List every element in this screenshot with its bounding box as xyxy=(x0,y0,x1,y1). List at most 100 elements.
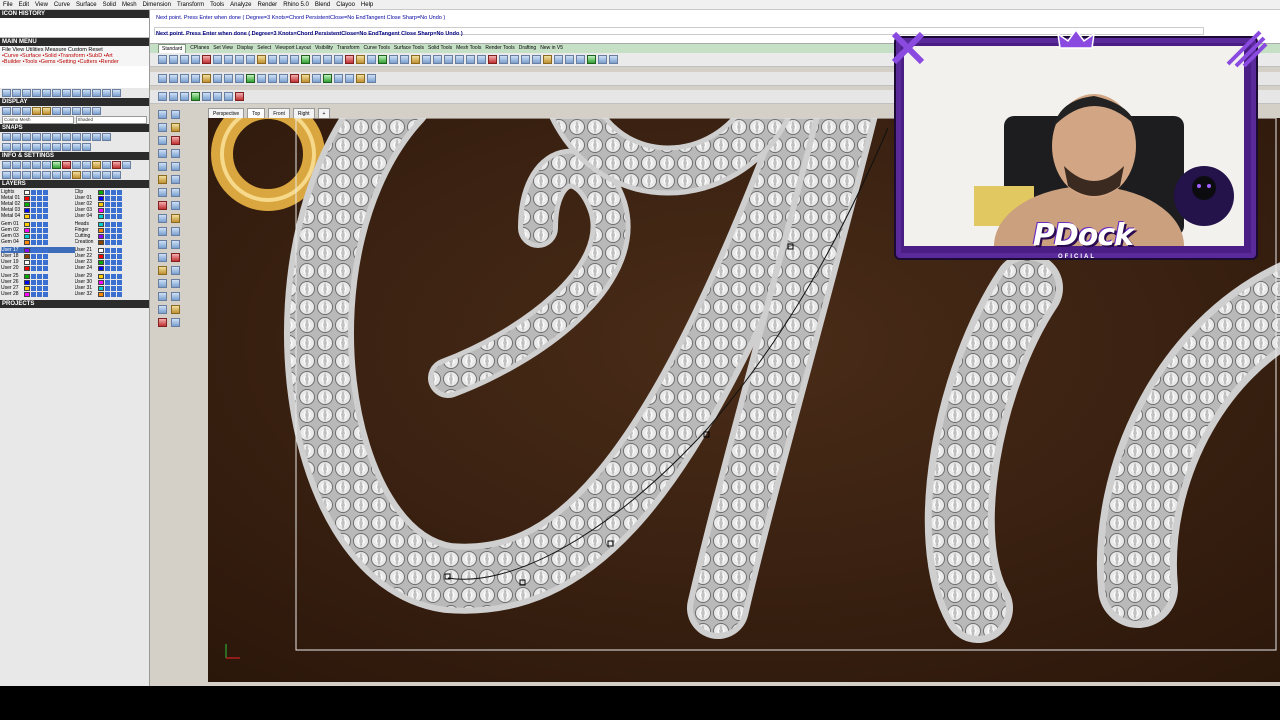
layer-material-icon[interactable] xyxy=(116,201,122,207)
layer-material-icon[interactable] xyxy=(116,259,122,265)
mesh-info-icon[interactable] xyxy=(32,171,41,179)
layer-lock-icon[interactable] xyxy=(37,221,42,227)
menu-item[interactable]: Analyze xyxy=(230,0,251,9)
print-icon[interactable] xyxy=(191,55,200,64)
zoom-icon[interactable] xyxy=(169,92,178,101)
sphere-icon[interactable] xyxy=(158,253,167,262)
loft-icon[interactable] xyxy=(158,227,167,236)
layer-lock-icon[interactable] xyxy=(37,291,42,297)
sun-icon[interactable] xyxy=(62,161,71,169)
layer-color-swatch[interactable] xyxy=(97,279,104,285)
zoom-icon[interactable] xyxy=(279,55,288,64)
zoom-icon[interactable] xyxy=(224,74,233,83)
layer-lock-icon[interactable] xyxy=(37,247,42,253)
layer-visible-icon[interactable] xyxy=(104,213,110,219)
layer-color-swatch[interactable] xyxy=(24,227,30,233)
cut-icon[interactable] xyxy=(488,55,497,64)
layout-panel-icon[interactable] xyxy=(122,161,131,169)
layer-color-swatch[interactable] xyxy=(97,239,104,245)
layer-color-swatch[interactable] xyxy=(97,291,104,297)
layer-material-icon[interactable] xyxy=(116,233,122,239)
layer-color-swatch[interactable] xyxy=(24,247,30,253)
new-icon[interactable] xyxy=(444,55,453,64)
cylinder-icon[interactable] xyxy=(171,253,180,262)
cen-snap-icon[interactable] xyxy=(42,133,51,141)
layer-material-icon[interactable] xyxy=(116,207,122,213)
layer-lock-icon[interactable] xyxy=(110,189,116,195)
menu-item[interactable]: Transform xyxy=(177,0,204,9)
mesh-icon[interactable] xyxy=(171,266,180,275)
layer-material-icon[interactable] xyxy=(43,239,48,245)
menu-item[interactable]: Help xyxy=(361,0,373,9)
zoom-icon[interactable] xyxy=(565,55,574,64)
render-icon[interactable] xyxy=(22,161,31,169)
viewport-tab[interactable]: Right xyxy=(292,108,315,118)
toolbar-tab[interactable]: Curve Tools xyxy=(364,44,390,53)
layer-color-swatch[interactable] xyxy=(24,201,30,207)
layer-material-icon[interactable] xyxy=(116,247,122,253)
menu-item[interactable]: Rhino 5.0 xyxy=(283,0,309,9)
layer-visible-icon[interactable] xyxy=(31,227,36,233)
layer-visible-icon[interactable] xyxy=(104,221,110,227)
xray-icon[interactable] xyxy=(42,107,51,115)
layer-material-icon[interactable] xyxy=(43,265,48,271)
toolbar-tab[interactable]: Standard xyxy=(158,44,187,53)
menu-item[interactable]: Tools xyxy=(210,0,224,9)
layer-color-swatch[interactable] xyxy=(24,291,30,297)
zoom-extents-icon[interactable] xyxy=(191,92,200,101)
grid-icon[interactable] xyxy=(400,55,409,64)
render-icon[interactable] xyxy=(367,55,376,64)
properties-icon[interactable] xyxy=(235,92,244,101)
layer-material-icon[interactable] xyxy=(43,221,48,227)
polyline-icon[interactable] xyxy=(158,123,167,132)
layer-icon[interactable] xyxy=(334,55,343,64)
main-menu-row[interactable]: •Builder •Tools •Gems •Setting •Cutters … xyxy=(2,59,147,65)
area-icon[interactable] xyxy=(62,171,71,179)
layer-visible-icon[interactable] xyxy=(104,233,110,239)
rotate-view-icon[interactable] xyxy=(213,74,222,83)
layer-material-icon[interactable] xyxy=(116,195,122,201)
polygon-icon[interactable] xyxy=(158,162,167,171)
layer-lock-icon[interactable] xyxy=(37,189,42,195)
toolbar-tab[interactable]: Select xyxy=(257,44,271,53)
material-icon[interactable] xyxy=(378,55,387,64)
solid-info-icon[interactable] xyxy=(22,171,31,179)
display-mode-select-2[interactable]: Shaded xyxy=(75,116,147,124)
explode-icon[interactable] xyxy=(171,201,180,210)
layer-lock-icon[interactable] xyxy=(37,279,42,285)
light-icon[interactable] xyxy=(301,74,310,83)
help-icon[interactable] xyxy=(433,55,442,64)
undo-icon[interactable] xyxy=(235,55,244,64)
help-icon[interactable] xyxy=(112,161,121,169)
layer-row[interactable]: Creation xyxy=(75,239,149,245)
redo-icon[interactable] xyxy=(532,55,541,64)
menu-item[interactable]: Curve xyxy=(54,0,70,9)
zoom-window-icon[interactable] xyxy=(180,92,189,101)
select-icon[interactable] xyxy=(609,55,618,64)
extrude-icon[interactable] xyxy=(171,214,180,223)
osnap-icon[interactable] xyxy=(42,143,51,151)
zoom-selected-icon[interactable] xyxy=(257,74,266,83)
menu-item[interactable]: Dimension xyxy=(143,0,171,9)
cut-icon[interactable] xyxy=(202,55,211,64)
paste-icon[interactable] xyxy=(224,55,233,64)
array-icon[interactable] xyxy=(72,89,81,97)
layer-lock-icon[interactable] xyxy=(37,195,42,201)
pan-icon[interactable] xyxy=(257,55,266,64)
select-icon[interactable] xyxy=(268,74,277,83)
toolbar-tab[interactable]: CPlanes xyxy=(190,44,209,53)
layer-lock-icon[interactable] xyxy=(37,201,42,207)
pan-icon[interactable] xyxy=(202,74,211,83)
save-icon[interactable] xyxy=(180,55,189,64)
line-icon[interactable] xyxy=(12,89,21,97)
split-icon[interactable] xyxy=(171,188,180,197)
layer-visible-icon[interactable] xyxy=(31,213,36,219)
layer-visible-icon[interactable] xyxy=(104,239,110,245)
copy-icon[interactable] xyxy=(213,55,222,64)
join-icon[interactable] xyxy=(158,201,167,210)
circle-icon[interactable] xyxy=(112,89,121,97)
layer-visible-icon[interactable] xyxy=(104,273,110,279)
layer-material-icon[interactable] xyxy=(43,279,48,285)
wireframe-icon[interactable] xyxy=(2,107,11,115)
open-icon[interactable] xyxy=(169,55,178,64)
